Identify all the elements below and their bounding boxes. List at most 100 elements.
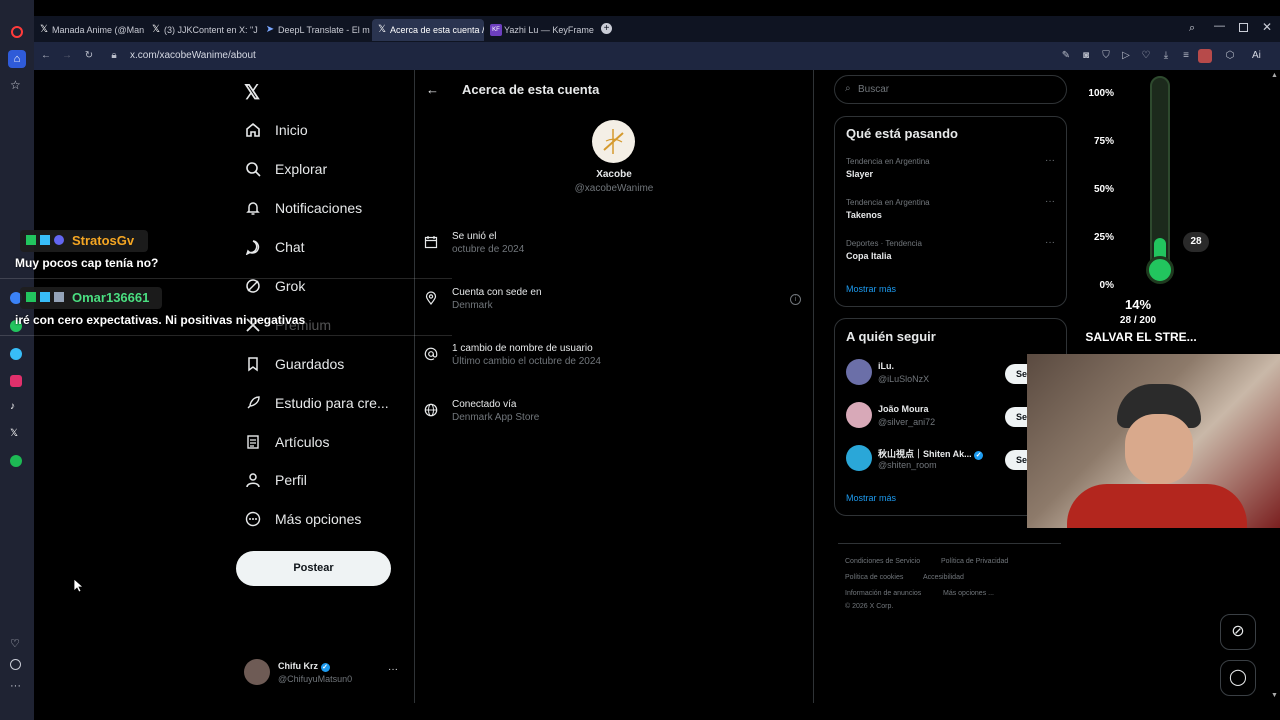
badge-icon [26,292,36,302]
sidebar-item-notificaciones[interactable]: Notificaciones [244,193,362,223]
trend-context: Deportes · Tendencia [846,239,922,248]
profile-avatar[interactable] [592,120,635,163]
x-logo-icon[interactable]: 𝕏 [10,428,22,440]
follow-show-more[interactable]: Mostrar más [846,493,896,503]
page-title: Acerca de esta cuenta [462,82,600,97]
footer-link[interactable]: Accesibilidad [923,574,964,581]
tiktok-icon[interactable]: ♪ [10,401,22,413]
sidebar-item-grok[interactable]: Grok [244,271,305,301]
reload-icon[interactable]: ↻ [83,50,95,62]
avatar[interactable] [846,359,872,385]
trend-context: Tendencia en Argentina [846,157,930,166]
lock-icon: 🔒︎ [111,50,117,61]
footer-link[interactable]: Información de anuncios [845,590,921,597]
badge-icon [54,235,64,245]
grok-float-button[interactable]: ⊘ [1220,614,1256,650]
sidebar-item-perfil[interactable]: Perfil [244,465,307,495]
heart-icon[interactable]: ♡ [10,637,20,650]
avatar[interactable] [846,402,872,428]
sidebar-item-guardados[interactable]: Guardados [244,349,344,379]
footer-link[interactable]: Política de Privacidad [941,558,1008,565]
download-icon[interactable]: ⤓ [1160,50,1172,62]
x-home-logo[interactable]: 𝕏 [244,80,260,105]
history-icon[interactable] [10,659,21,670]
sidebar-item-inicio[interactable]: Inicio [244,115,308,145]
info-icon[interactable]: i [790,294,801,305]
trend-name[interactable]: Takenos [846,210,882,220]
sidebar-item-chat[interactable]: Chat [244,232,305,262]
heart-icon[interactable]: ♡ [1140,50,1152,62]
follow-name[interactable]: João Moura [878,404,929,414]
scroll-down-icon[interactable]: ▼ [1271,692,1278,699]
profile-avatar[interactable] [1198,49,1212,63]
tab-manada-anime[interactable]: 𝕏Manada Anime (@Manad... [34,19,144,41]
account-switcher[interactable]: Chifu Krz ✓ @ChifuyuMatsun0 ··· [244,659,404,689]
tab-keyframe[interactable]: KFYazhi Lu — KeyFrame Staff [486,19,596,41]
sidebar-item-estudio[interactable]: Estudio para cre... [244,388,389,418]
goal-percent: 14% [1124,297,1152,312]
trend-more-icon[interactable]: ··· [1045,196,1055,207]
trend-context: Tendencia en Argentina [846,198,930,207]
menu-icon[interactable]: ≡ [1180,50,1192,62]
verified-icon: ✓ [974,451,984,460]
chat-icon [244,238,262,256]
globe-icon [424,403,438,417]
account-more-icon[interactable]: ··· [388,664,398,675]
profile-handle: @xacobeWanime [574,183,654,194]
scrollbar[interactable]: ▲ ▼ [1270,72,1278,702]
tab-deepl[interactable]: ➤DeepL Translate - El mejor... [260,19,370,41]
extensions-icon[interactable]: ⬡ [1224,50,1236,62]
instagram-icon[interactable] [10,375,22,387]
avatar[interactable] [846,445,872,471]
ai-button[interactable]: Ai [1252,50,1261,61]
home-icon[interactable]: ⌂ [8,50,26,68]
at-icon [424,347,438,361]
search-box[interactable]: ⌕ Buscar [834,75,1067,104]
follow-name[interactable]: 秋山視点｜Shiten Ak... ✓ [878,447,984,460]
more-icon[interactable]: ··· [10,680,21,692]
about-row-title: Se unió el [452,231,497,242]
forward-icon[interactable]: → [61,50,73,62]
sidebar-item-articulos[interactable]: Artículos [244,427,329,457]
mouse-cursor-icon [73,578,85,598]
post-button[interactable]: Postear [236,551,391,586]
trend-name[interactable]: Copa Italia [846,251,892,261]
trend-more-icon[interactable]: ··· [1045,155,1055,166]
camera-icon[interactable]: ◙ [1080,50,1092,62]
back-icon[interactable]: ← [40,50,52,62]
home-icon [244,121,262,139]
scroll-up-icon[interactable]: ▲ [1271,72,1278,79]
minimize-button[interactable]: — [1214,20,1225,32]
footer-link[interactable]: Más opciones ... [943,590,994,597]
sidebar-item-explorar[interactable]: Explorar [244,154,327,184]
back-arrow-icon[interactable]: ← [426,82,439,97]
footer-link[interactable]: Condiciones de Servicio [845,558,920,565]
edit-icon[interactable]: ✎ [1060,50,1072,62]
close-window-button[interactable]: ✕ [1262,20,1272,34]
trends-title: Qué está pasando [846,126,958,141]
spotify-icon[interactable] [10,455,22,467]
shield-icon[interactable]: ⛉ [1100,50,1112,62]
telegram-icon[interactable] [10,348,22,360]
new-tab-button[interactable]: + [601,23,612,34]
follow-name[interactable]: iLu. [878,361,894,371]
tab-jjkcontent[interactable]: 𝕏(3) JJKContent en X: "Juju... [146,19,258,41]
goal-tick-label: 75% [1093,136,1114,147]
tab-label: (3) JJKContent en X: "Juju... [164,25,258,35]
sidebar-item-mas[interactable]: Más opciones [244,504,361,534]
follow-name-text: 秋山視点｜Shiten Ak... [878,449,972,459]
tab-acerca-de-esta-cuenta[interactable]: 𝕏 Acerca de esta cuenta / X [372,19,484,41]
opera-logo-icon[interactable] [11,26,23,38]
footer-link[interactable]: Política de cookies [845,574,903,581]
restore-button[interactable] [1239,23,1248,32]
trends-show-more[interactable]: Mostrar más [846,284,896,294]
search-tabs-icon[interactable]: ⌕ [1189,22,1195,35]
trend-more-icon[interactable]: ··· [1045,237,1055,248]
follow-handle: @silver_ani72 [878,417,936,427]
play-icon[interactable]: ▷ [1120,50,1132,62]
messages-float-button[interactable]: ◯ [1220,660,1256,696]
trend-name[interactable]: Slayer [846,169,873,179]
post-button-label: Postear [293,562,334,574]
star-icon[interactable]: ☆ [10,78,21,92]
url-field[interactable]: x.com/xacobeWanime/about [130,50,256,61]
